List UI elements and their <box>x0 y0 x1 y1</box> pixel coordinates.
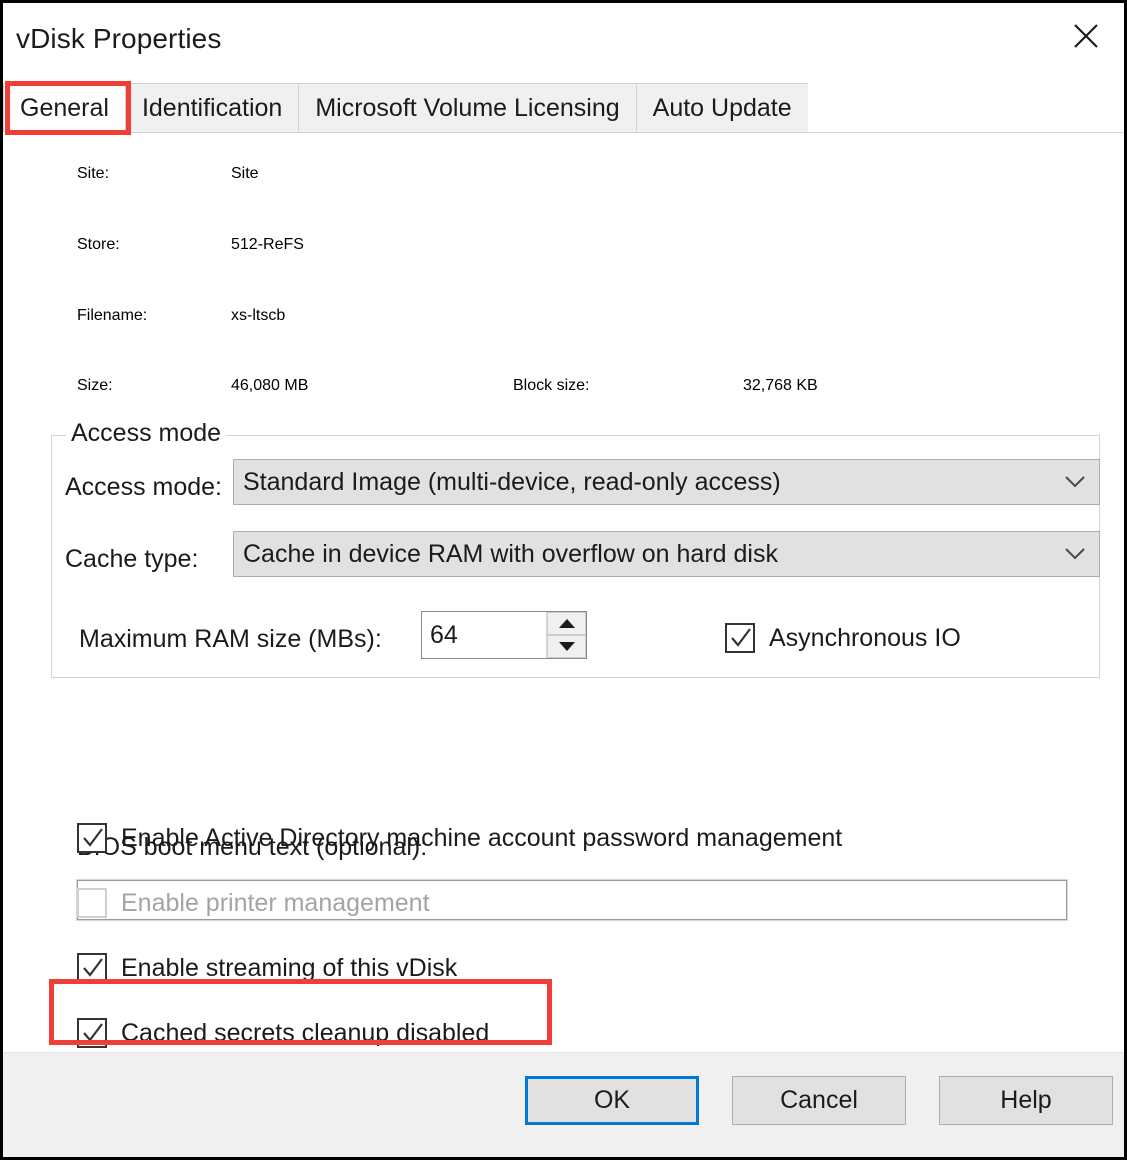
tab-microsoft-volume-licensing[interactable]: Microsoft Volume Licensing <box>298 83 637 133</box>
stepper-buttons <box>546 612 586 658</box>
checkbox-checked-icon <box>77 953 107 983</box>
enable-streaming-of-this-vdisk-checkbox[interactable]: Enable streaming of this vDisk <box>77 953 457 983</box>
enable-ad-machine-account-password-management-label: Enable Active Directory machine account … <box>121 823 843 852</box>
maximum-ram-size-input[interactable]: 64 <box>422 612 546 658</box>
tab-general-label: General <box>20 93 109 122</box>
general-tab-panel: Site: Site Store: 512-ReFS Filename: xs-… <box>3 133 1124 1052</box>
cached-secrets-cleanup-disabled-checkbox[interactable]: Cached secrets cleanup disabled <box>77 1018 489 1048</box>
cache-type-selected-value: Cache in device RAM with overflow on har… <box>243 539 778 568</box>
site-label: Site: <box>77 165 110 182</box>
window-title: vDisk Properties <box>16 23 222 54</box>
tab-microsoft-volume-licensing-label: Microsoft Volume Licensing <box>315 93 620 122</box>
maximum-ram-size-label: Maximum RAM size (MBs): <box>79 625 382 653</box>
access-mode-dropdown[interactable]: Standard Image (multi-device, read-only … <box>233 459 1100 505</box>
checkbox-checked-icon <box>77 1018 107 1048</box>
stepper-down-icon[interactable] <box>547 635 586 658</box>
store-label: Store: <box>77 236 120 253</box>
tab-identification[interactable]: Identification <box>124 83 300 133</box>
filename-label: Filename: <box>77 307 148 324</box>
vdisk-properties-dialog: vDisk Properties General Identification … <box>0 0 1127 1160</box>
block-size-label: Block size: <box>513 377 590 394</box>
size-label: Size: <box>77 377 113 394</box>
asynchronous-io-checkbox[interactable]: Asynchronous IO <box>725 623 961 653</box>
site-value: Site <box>231 165 259 182</box>
help-button[interactable]: Help <box>939 1076 1113 1125</box>
cache-type-dropdown[interactable]: Cache in device RAM with overflow on har… <box>233 531 1100 577</box>
enable-ad-machine-account-password-management-checkbox[interactable]: Enable Active Directory machine account … <box>77 823 842 853</box>
store-value: 512-ReFS <box>231 236 304 253</box>
title-bar: vDisk Properties <box>3 3 1124 75</box>
ok-button[interactable]: OK <box>525 1076 699 1125</box>
access-mode-label: Access mode: <box>65 473 223 501</box>
tab-auto-update-label: Auto Update <box>652 93 792 122</box>
tab-auto-update[interactable]: Auto Update <box>635 83 809 133</box>
block-size-value: 32,768 KB <box>743 377 818 394</box>
enable-printer-management-checkbox: Enable printer management <box>77 888 430 918</box>
tab-identification-label: Identification <box>141 93 283 122</box>
chevron-down-icon <box>1051 547 1099 561</box>
cancel-button-label: Cancel <box>780 1086 858 1114</box>
help-button-label: Help <box>1000 1086 1052 1114</box>
checkbox-checked-icon <box>725 623 755 653</box>
access-mode-selected-value: Standard Image (multi-device, read-only … <box>243 467 781 496</box>
tab-general[interactable]: General <box>3 83 126 133</box>
dialog-footer: OK Cancel Help <box>3 1052 1124 1157</box>
checkbox-checked-icon <box>77 823 107 853</box>
enable-printer-management-label: Enable printer management <box>121 888 430 917</box>
asynchronous-io-label: Asynchronous IO <box>769 623 961 652</box>
access-mode-groupbox-legend: Access mode <box>66 419 227 448</box>
enable-streaming-of-this-vdisk-label: Enable streaming of this vDisk <box>121 953 458 982</box>
filename-value: xs-ltscb <box>231 307 286 324</box>
cached-secrets-cleanup-disabled-label: Cached secrets cleanup disabled <box>121 1018 490 1047</box>
checkbox-unchecked-icon <box>77 888 107 918</box>
ok-button-label: OK <box>593 1086 631 1114</box>
tab-strip-filler <box>807 83 1124 133</box>
stepper-up-icon[interactable] <box>547 612 586 635</box>
maximum-ram-size-stepper[interactable]: 64 <box>421 611 587 659</box>
cancel-button[interactable]: Cancel <box>732 1076 906 1125</box>
chevron-down-icon <box>1051 475 1099 489</box>
size-value: 46,080 MB <box>231 377 309 394</box>
close-icon[interactable] <box>1054 7 1118 65</box>
tab-strip: General Identification Microsoft Volume … <box>3 83 1124 133</box>
cache-type-label: Cache type: <box>65 545 199 573</box>
